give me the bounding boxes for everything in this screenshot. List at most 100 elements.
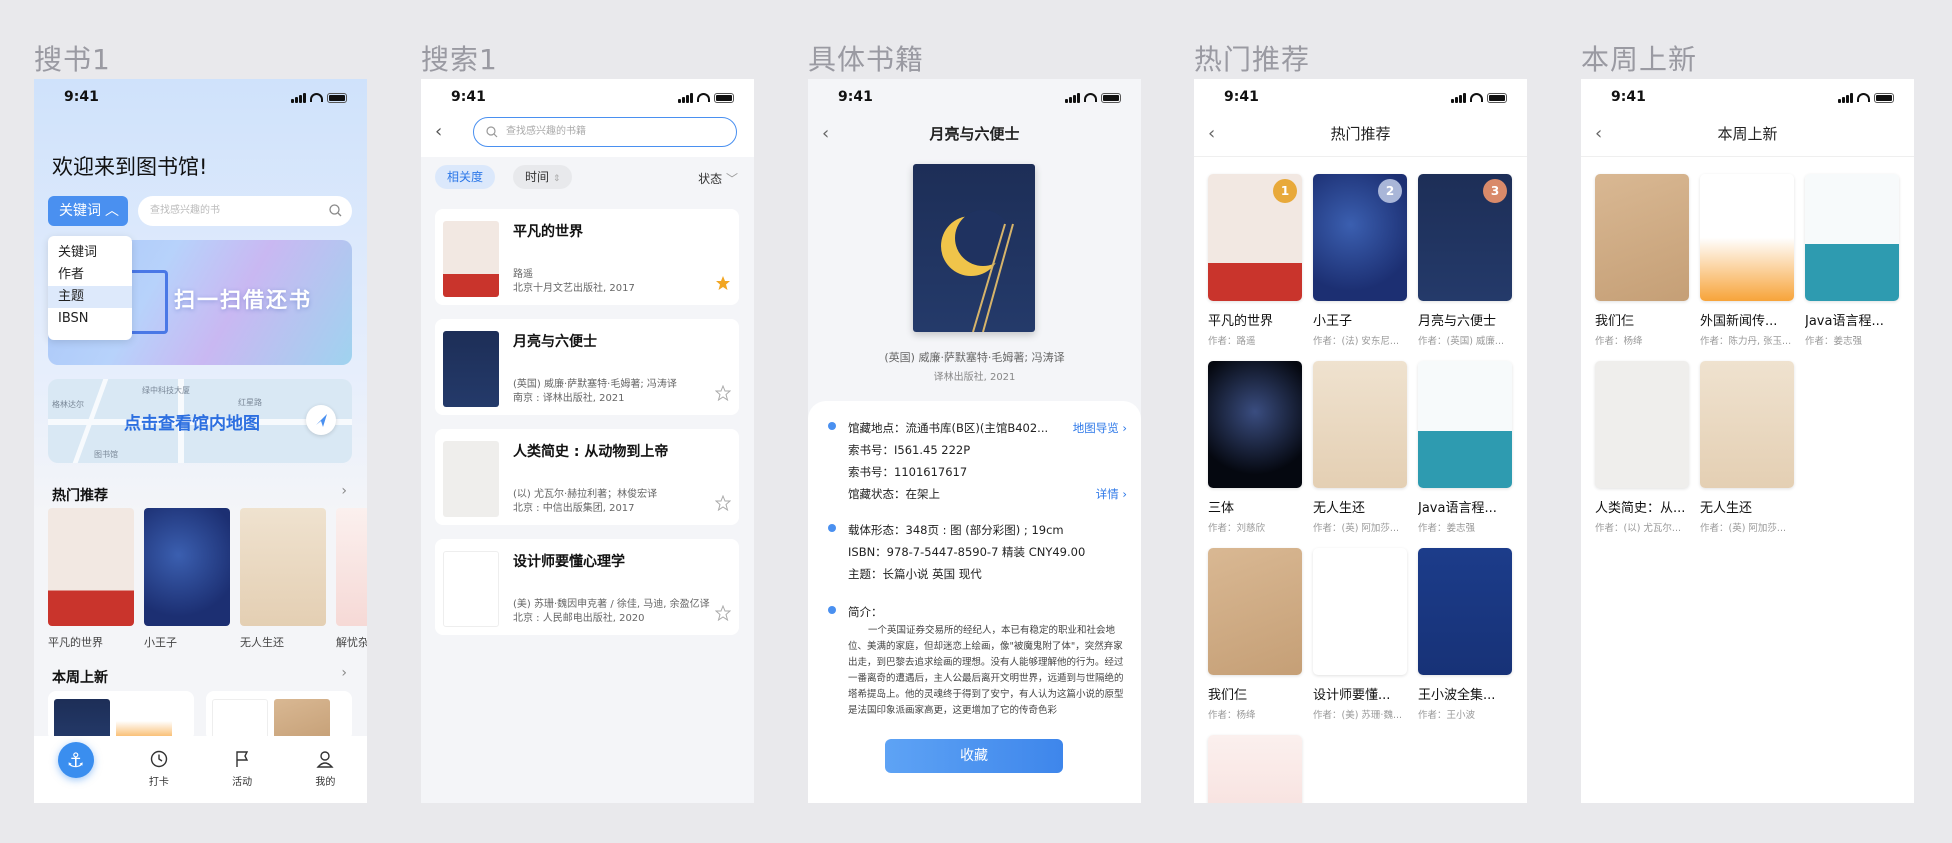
hot-book[interactable]: 无人生还 [240,508,326,650]
back-icon[interactable]: ‹ [435,121,442,142]
map-guide-link[interactable]: 地图导览 › [1073,417,1127,439]
tab-checkin[interactable]: 打卡 [117,742,200,788]
holding-info: 馆藏地点：流通书库(B区)(主馆B402... 地图导览 › 索书号：I561.… [828,417,1127,505]
filter-time[interactable]: 时间 ⇕ [513,165,573,189]
tab-mine[interactable]: 我的 [284,742,367,788]
book-cover [144,508,230,626]
phone-search-results: 9:41 ‹ 查找感兴趣的书籍 相关度 时间 ⇕ 状态 ﹀ 平凡的世界 路遥 北… [421,79,754,803]
book-item[interactable]: Java语言程... 作者：姜志强 [1805,174,1899,347]
status-bar: 9:41 [421,89,754,109]
book-item[interactable]: 我们仨 作者：杨绛 [1208,548,1302,721]
nav-bar: ‹ 本周上新 [1581,109,1914,157]
hot-book[interactable]: 解忧杂 [336,508,367,650]
intro-text: 一个英国证券交易所的经纪人，本已有稳定的职业和社会地位、美满的家庭，但却迷恋上绘… [848,625,1124,716]
phone-home: 9:41 欢迎来到图书馆! 关键词 ︿ 查找感兴趣的书 扫一扫借还书 关键词 作者… [34,79,367,803]
chevron-right-icon[interactable]: › [341,483,347,499]
filter-status[interactable]: 状态 ﹀ [698,170,738,187]
new-book-card[interactable] [48,691,194,743]
dropdown-option[interactable]: 主题 [48,286,132,308]
rank-badge: 1 [1273,179,1297,203]
book-item[interactable] [1208,735,1302,803]
dropdown-option[interactable]: 作者 [48,264,132,286]
tab-home[interactable]: ⚓ [34,742,117,778]
search-type-select[interactable]: 关键词 ︿ [48,196,128,226]
holding-status: 馆藏状态：在架上 [848,487,940,501]
hot-book[interactable]: 小王子 [144,508,230,650]
tab-label: 活动 [232,777,253,788]
result-card[interactable]: 月亮与六便士 (英国) 威廉·萨默塞特·毛姆著; 冯涛译 南京 : 译林出版社,… [435,319,739,415]
book-form: 载体形态：348页 : 图 (部分彩图) ; 19cm [848,523,1064,537]
book-author: (英国) 威廉·萨默塞特·毛姆著; 冯涛译 [513,379,677,390]
wifi-icon [310,93,323,102]
star-icon[interactable] [715,385,731,401]
book-item[interactable]: 外国新闻传... 作者：陈力丹, 张玉... [1700,174,1794,347]
result-card[interactable]: 人类简史 : 从动物到上帝 (以) 尤瓦尔·赫拉利著；林俊宏译 北京 : 中信出… [435,429,739,525]
chevron-right-icon[interactable]: › [341,665,347,681]
result-card[interactable]: 平凡的世界 路遥 北京十月文艺出版社, 2017 [435,209,739,305]
book-item[interactable]: 设计师要懂... 作者：(美) 苏珊·魏... [1313,548,1407,721]
page-title: 月亮与六便士 [929,125,1020,143]
book-cover [443,441,499,517]
book-cover [1595,174,1689,301]
book-cover [48,508,134,626]
book-title: 解忧杂 [336,636,367,649]
tab-activity[interactable]: 活动 [201,742,284,788]
book-item[interactable]: 王小波全集... 作者：王小波 [1418,548,1512,721]
book-author: 作者：刘慈欣 [1208,523,1266,534]
tab-bar: ⚓ 打卡 活动 我的 [34,736,367,803]
anchor-icon: ⚓ [57,742,94,778]
star-icon[interactable] [715,605,731,621]
book-title: 平凡的世界 [48,636,103,649]
book-author: 作者：(美) 苏珊·魏... [1313,710,1403,721]
book-item[interactable]: 三体 作者：刘慈欣 [1208,361,1302,534]
filter-relevance[interactable]: 相关度 [435,165,496,189]
book-author: (美) 苏珊·魏因申克著 / 徐佳, 马迪, 余盈亿译 [513,599,710,610]
user-icon [284,748,367,770]
book-cover [240,508,326,626]
dropdown-option[interactable]: 关键词 [48,242,132,264]
map-label: 图书馆 [94,450,118,459]
search-input[interactable]: 查找感兴趣的书籍 [473,117,737,147]
signal-icon [1451,92,1466,103]
book-author: 作者：王小波 [1418,710,1476,721]
book-item[interactable]: 1 平凡的世界 作者：路遥 [1208,174,1302,347]
search-input[interactable]: 查找感兴趣的书 [138,196,352,226]
new-book-card[interactable] [206,691,352,743]
battery-icon [714,92,734,103]
book-item[interactable]: Java语言程... 作者：姜志强 [1418,361,1512,534]
clock-icon [117,748,200,770]
book-author: 作者：(法) 安东尼... [1313,336,1399,347]
detail-link[interactable]: 详情 › [1096,483,1127,505]
result-card[interactable]: 设计师要懂心理学 (美) 苏珊·魏因申克著 / 徐佳, 马迪, 余盈亿译 北京 … [435,539,739,635]
book-title: 小王子 [1313,314,1353,329]
book-item[interactable]: 无人生还 作者：(英) 阿加莎... [1313,361,1407,534]
star-filled-icon[interactable] [715,275,731,291]
search-type-label: 关键词 [59,203,101,219]
signal-icon [678,92,693,103]
book-title: 人类简史 : 从动物到上帝 [513,444,669,460]
book-item[interactable]: 2 小王子 作者：(法) 安东尼... [1313,174,1407,347]
map-text: 点击查看馆内地图 [124,414,260,434]
book-publisher: 译林出版社, 2021 [933,372,1016,383]
wifi-icon [1470,93,1483,102]
book-item[interactable]: 3 月亮与六便士 作者：(英国) 威廉... [1418,174,1512,347]
search-icon[interactable] [329,204,342,217]
section-title-hot: 热门推荐 [52,488,108,504]
navigate-icon[interactable] [306,405,336,435]
star-icon[interactable] [715,495,731,511]
search-placeholder: 查找感兴趣的书 [150,205,220,216]
dropdown-option[interactable]: IBSN [48,308,132,330]
signal-icon [1065,92,1080,103]
status-bar: 9:41 [808,89,1141,109]
book-item[interactable]: 我们仨 作者：杨绛 [1595,174,1689,347]
search-icon [486,126,498,138]
hot-book[interactable]: 平凡的世界 [48,508,134,650]
collect-button[interactable]: 收藏 [885,739,1063,773]
book-item[interactable]: 人类简史：从... 作者：(以) 尤瓦尔... [1595,361,1689,534]
library-map-card[interactable]: 绿中科技大厦 格林达尔 红星路 图书馆 点击查看馆内地图 [48,379,352,463]
clock: 9:41 [838,89,873,105]
filter-label: 状态 [698,172,723,186]
book-item[interactable]: 无人生还 作者：(英) 阿加莎... [1700,361,1794,534]
book-cover [443,331,499,407]
book-title: 无人生还 [1313,501,1366,516]
